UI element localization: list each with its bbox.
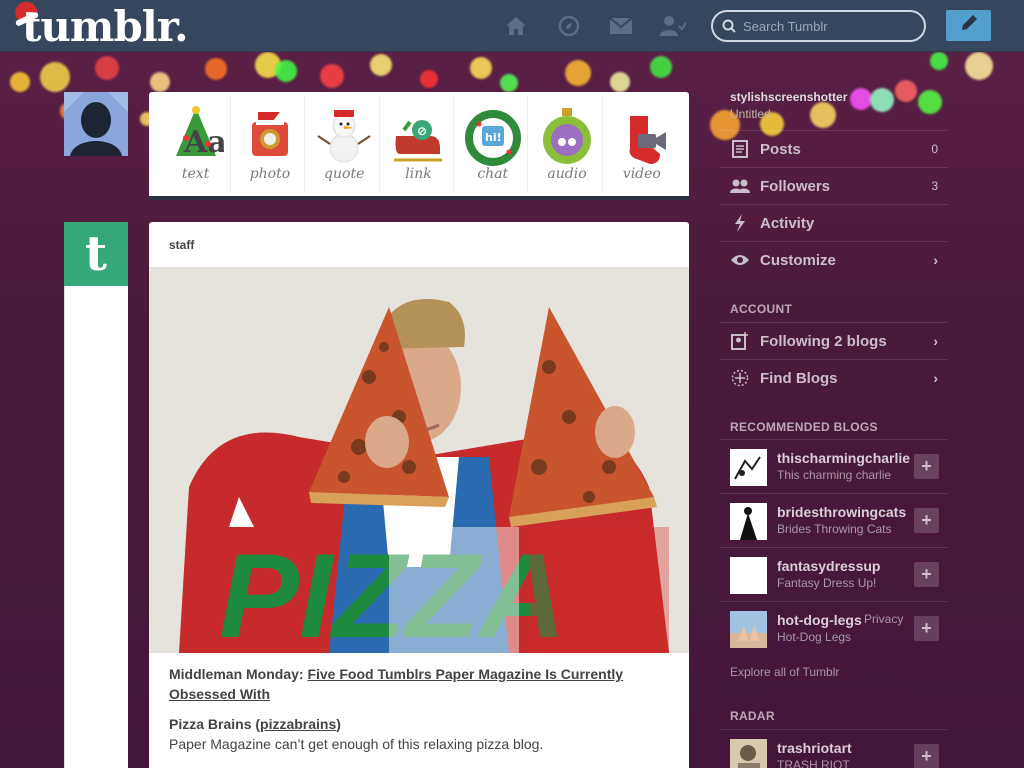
search-box[interactable]	[711, 10, 926, 42]
post-image[interactable]: PIZZA	[149, 267, 689, 653]
recommended-blog[interactable]: hot-dog-legs Hot-Dog Legs +	[720, 601, 948, 655]
recommended-blog[interactable]: fantasydressup Fantasy Dress Up! +	[720, 547, 948, 601]
sidebar-item-label: Customize	[760, 251, 836, 269]
follow-button[interactable]: +	[914, 744, 939, 768]
posts-icon	[720, 140, 760, 158]
stocking-video-icon	[614, 104, 670, 168]
dashboard-post: staff PIZZA Middleman Monday: Five Food …	[149, 222, 689, 768]
tumblr-logo[interactable]: tumblr.	[22, 2, 189, 51]
followers-count: 3	[931, 179, 938, 193]
sidebar-item-label: Posts	[760, 140, 801, 158]
chevron-right-icon: ›	[933, 252, 938, 268]
lightning-icon	[720, 214, 760, 232]
blog-thumbnail	[730, 611, 767, 648]
account-heading: ACCOUNT	[730, 302, 793, 316]
headline-prefix: Middleman Monday:	[169, 666, 308, 682]
follow-button[interactable]: +	[914, 562, 939, 587]
compose-button[interactable]	[946, 10, 991, 41]
post-avatar-strip	[64, 222, 128, 768]
posts-count: 0	[931, 142, 938, 156]
pizzabrains-link[interactable]: pizzabrains	[260, 716, 336, 732]
composer-text[interactable]: Aa text	[161, 96, 232, 192]
follow-button[interactable]: +	[914, 454, 939, 479]
composer-photo[interactable]: photo	[235, 96, 306, 192]
sub-description: Paper Magazine can’t get enough of this …	[169, 736, 544, 752]
svg-text:Aa: Aa	[183, 125, 224, 160]
following-icon	[720, 332, 760, 350]
blog-thumbnail	[730, 449, 767, 486]
blog-thumbnail	[730, 557, 767, 594]
sub-title-close: )	[336, 716, 341, 732]
santa-camera-icon	[242, 104, 298, 168]
svg-text:⊘: ⊘	[417, 124, 427, 138]
search-input[interactable]	[743, 17, 918, 35]
sidebar-item-label: Followers	[760, 177, 831, 195]
blog-subtitle: Brides Throwing Cats	[777, 522, 892, 536]
sidebar-item-label: Following 2 blogs	[760, 332, 887, 350]
sidebar-item-followers[interactable]: Followers 3	[720, 167, 948, 204]
followers-icon	[720, 179, 760, 193]
blog-title: Untitled	[730, 107, 771, 121]
wreath-chat-icon: hi!	[464, 104, 521, 168]
svg-text:hi!: hi!	[485, 131, 502, 144]
blog-thumbnail	[730, 503, 767, 540]
christmas-tree-text-icon: Aa	[168, 104, 226, 168]
recommended-blog[interactable]: thischarmingcharlie This charming charli…	[720, 439, 948, 493]
sidebar-item-customize[interactable]: Customize ›	[720, 241, 948, 278]
sidebar-item-label: Activity	[760, 214, 815, 232]
blog-name[interactable]: bridesthrowingcats	[777, 504, 912, 520]
radar-heading: RADAR	[730, 709, 775, 723]
staff-avatar[interactable]: t	[64, 222, 128, 286]
compass-dots-icon	[720, 369, 760, 387]
blog-subtitle: Hot-Dog Legs	[777, 630, 852, 644]
inbox-icon[interactable]	[608, 14, 634, 38]
post-author[interactable]: staff	[169, 238, 194, 252]
account-icon[interactable]	[660, 14, 686, 38]
composer-quote[interactable]: quote	[310, 96, 380, 192]
composer-link[interactable]: ⊘ link	[384, 96, 454, 192]
blog-subtitle: This charming charlie	[777, 468, 892, 482]
blog-subtitle: Fantasy Dress Up!	[777, 576, 877, 590]
follow-button[interactable]: +	[914, 616, 939, 641]
sidebar-item-posts[interactable]: Posts 0	[720, 130, 948, 167]
sidebar-item-find-blogs[interactable]: Find Blogs ›	[720, 359, 948, 396]
blog-name[interactable]: fantasydressup	[777, 558, 912, 574]
blog-name[interactable]: stylishscreenshotter	[730, 90, 847, 104]
post-type-composer: Aa text photo quote ⊘ link hi! chat audi…	[149, 92, 689, 200]
explore-link[interactable]: Explore all of Tumblr	[730, 665, 839, 679]
recommended-heading: RECOMMENDED BLOGS	[730, 420, 878, 434]
search-icon	[722, 19, 736, 38]
radar-blog[interactable]: trashriotart TRASH RIOT +	[720, 729, 948, 768]
composer-audio[interactable]: audio	[533, 96, 603, 192]
home-icon[interactable]	[503, 14, 529, 38]
pencil-icon	[959, 13, 979, 38]
blog-name[interactable]: thischarmingcharlie	[777, 450, 912, 466]
sub-title: Pizza Brains (	[169, 716, 261, 732]
user-avatar[interactable]	[64, 92, 128, 156]
ornament-audio-icon	[539, 104, 595, 168]
sidebar-item-label: Find Blogs	[760, 369, 838, 387]
sleigh-link-icon: ⊘	[390, 104, 446, 168]
privacy-link[interactable]: Privacy	[864, 612, 903, 626]
follow-button[interactable]: +	[914, 508, 939, 533]
snowman-quote-icon	[316, 104, 372, 168]
recommended-blog[interactable]: bridesthrowingcats Brides Throwing Cats …	[720, 493, 948, 547]
top-navigation-bar: tumblr.	[0, 0, 1024, 52]
blog-thumbnail	[730, 739, 767, 768]
composer-video[interactable]: video	[607, 96, 677, 192]
eye-icon	[720, 254, 760, 266]
explore-icon[interactable]	[556, 14, 582, 38]
chevron-right-icon: ›	[933, 333, 938, 349]
blog-subtitle: TRASH RIOT	[777, 758, 850, 768]
chevron-right-icon: ›	[933, 370, 938, 386]
composer-chat[interactable]: hi! chat	[458, 96, 529, 192]
sidebar-item-activity[interactable]: Activity	[720, 204, 948, 241]
blog-name[interactable]: trashriotart	[777, 740, 912, 756]
post-body: Middleman Monday: Five Food Tumblrs Pape…	[169, 664, 669, 754]
sidebar-item-following[interactable]: Following 2 blogs ›	[720, 322, 948, 359]
